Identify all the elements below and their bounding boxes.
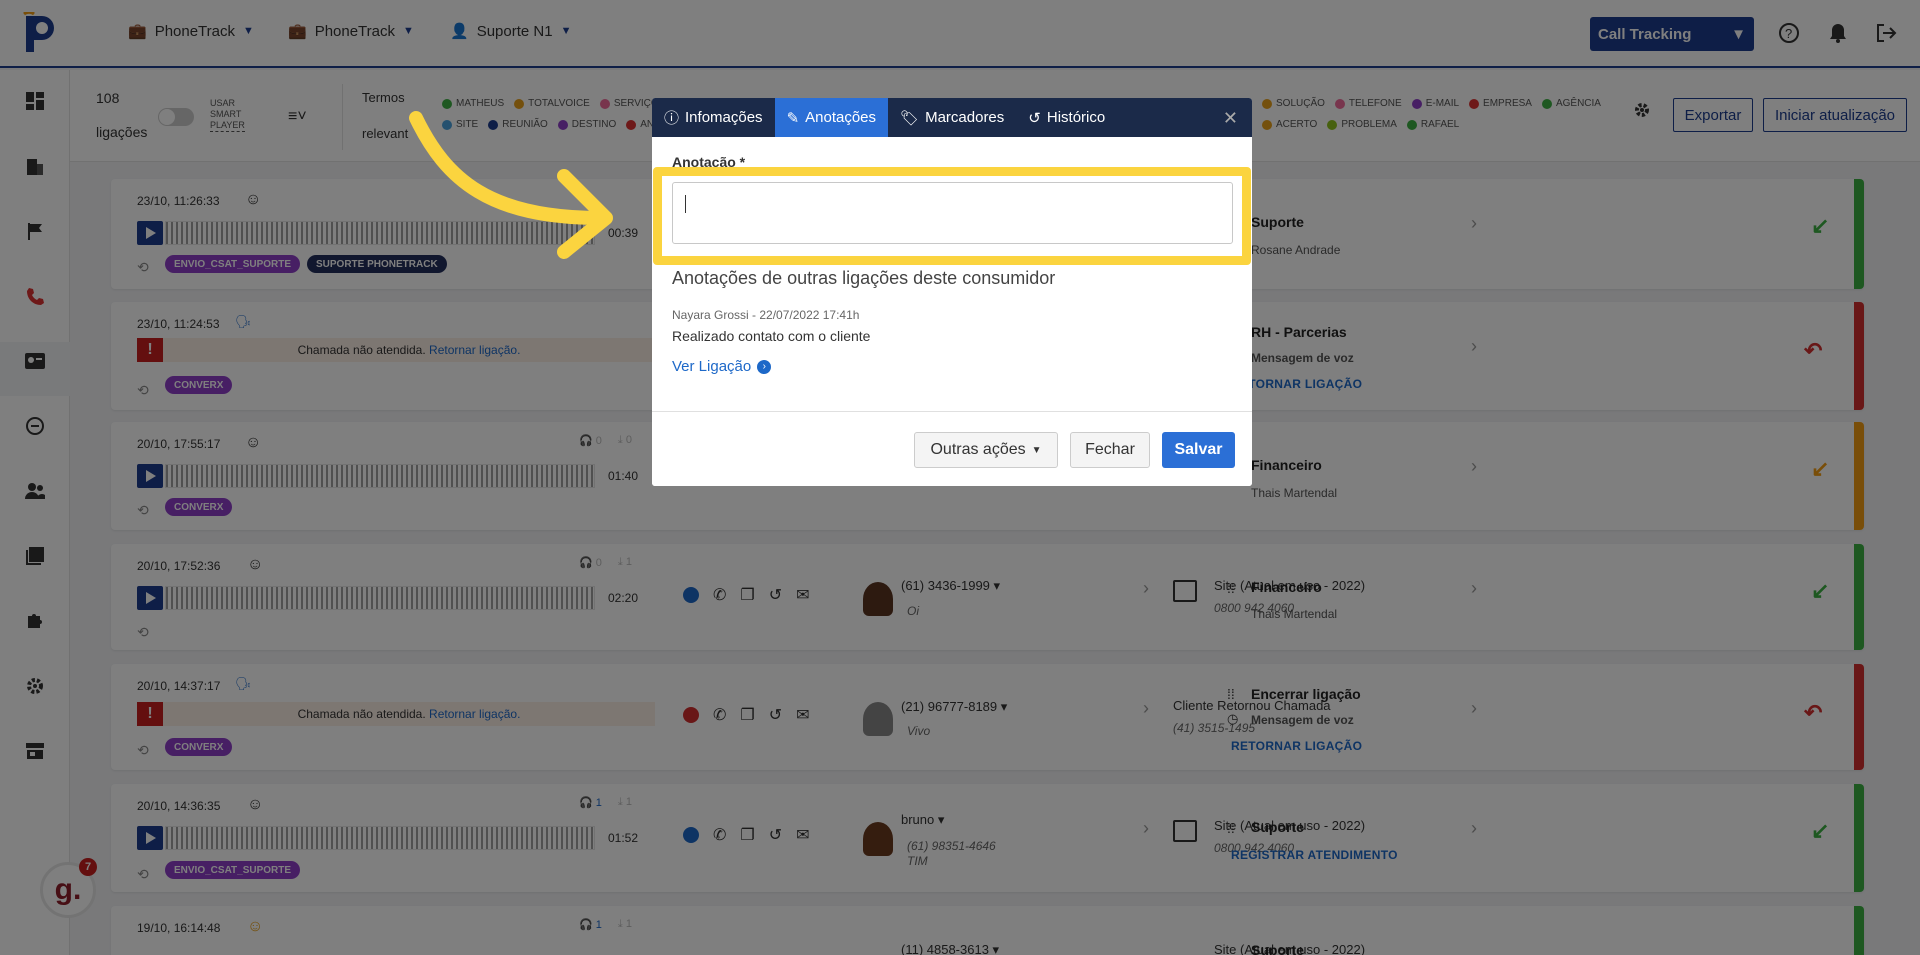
more-actions-button[interactable]: Outras ações ▼: [914, 432, 1058, 468]
call-details-modal: ⓘ Infomações ✎ Anotações 🏷 Marcadores ↺ …: [652, 98, 1252, 486]
tags-icon: 🏷: [900, 109, 920, 127]
close-icon[interactable]: ✕: [1223, 108, 1238, 129]
tab-marcadores[interactable]: 🏷 Marcadores: [888, 98, 1016, 137]
chevron-circle-right-icon: ›: [757, 359, 772, 374]
tab-historico[interactable]: ↺ Histórico: [1016, 98, 1117, 137]
caret-down-icon: ▼: [1031, 444, 1042, 456]
info-circle-icon: ⓘ: [664, 110, 680, 127]
close-button[interactable]: Fechar: [1070, 432, 1150, 468]
tab-informacoes[interactable]: ⓘ Infomações: [652, 98, 775, 137]
annotation-arrow: [409, 111, 613, 259]
edit-icon: ✎: [786, 109, 800, 127]
save-button[interactable]: Salvar: [1162, 432, 1235, 468]
history-icon: ↺: [1028, 109, 1041, 127]
tab-anotacoes[interactable]: ✎ Anotações: [774, 98, 889, 137]
other-notes-title: Anotações de outras ligações deste consu…: [672, 268, 1056, 288]
view-call-link[interactable]: Ver Ligação ›: [672, 358, 772, 375]
modal-tabs: ⓘ Infomações ✎ Anotações 🏷 Marcadores ↺ …: [652, 98, 1252, 137]
highlight-box: [653, 167, 1251, 265]
note-author: Nayara Grossi - 22/07/2022 17:41h: [672, 308, 860, 322]
note-text: Realizado contato com o cliente: [672, 328, 871, 344]
